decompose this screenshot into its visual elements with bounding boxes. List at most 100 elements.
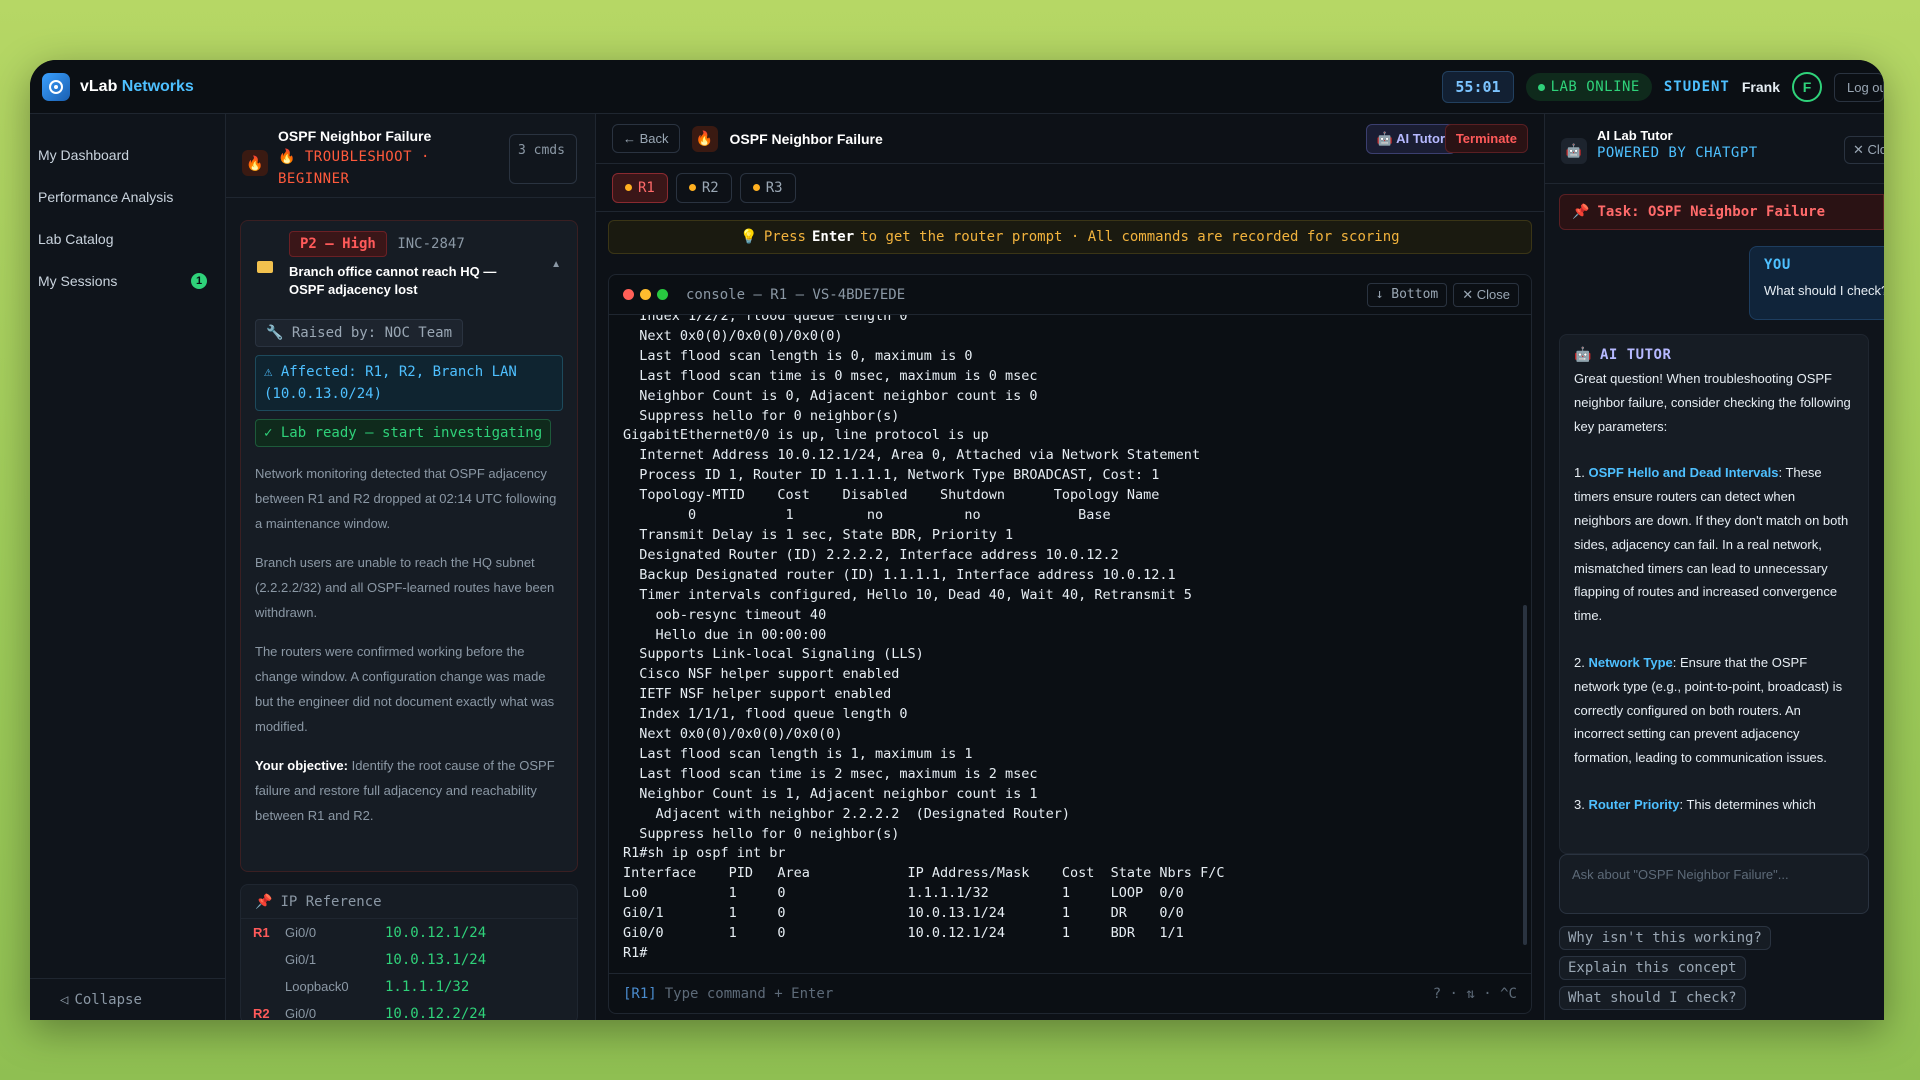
scenario-panel: 🔥 OSPF Neighbor Failure 🔥 TROUBLESHOOT ·… xyxy=(226,114,596,1020)
command-prompt: [R1] xyxy=(623,985,657,1002)
tab-r1[interactable]: R1 xyxy=(612,172,668,203)
scenario-paragraph-1: Network monitoring detected that OSPF ad… xyxy=(255,466,557,531)
check-icon: ✓ xyxy=(264,425,281,441)
brand[interactable]: vLab Networks xyxy=(30,72,194,101)
warning-icon: ⚠ xyxy=(264,364,281,380)
arrow-down-icon: ↓ xyxy=(1375,287,1392,302)
logout-button[interactable]: Log out xyxy=(1834,72,1884,102)
ai-response-text: Great question! When troubleshooting OSP… xyxy=(1574,367,1854,817)
ai-intro: Great question! When troubleshooting OSP… xyxy=(1574,371,1851,434)
collapse-button[interactable]: ◁ Collapse xyxy=(30,978,225,1020)
ai-response: 🤖 AI TUTOR Great question! When troublesh… xyxy=(1559,334,1869,854)
router-console: console — R1 — VS-4BDE7EDE ↓ Bottom ✕ Cl… xyxy=(608,274,1532,1014)
console-scrollbar[interactable] xyxy=(1523,605,1527,945)
ticket-icon xyxy=(257,261,273,273)
scenario-objective: Your objective: Identify the root cause … xyxy=(255,758,555,823)
tutor-subtitle: POWERED BY CHATGPT xyxy=(1597,145,1758,161)
wrench-icon: 🔧 xyxy=(266,325,292,341)
router-tabs: R1 R2 R3 xyxy=(596,164,1544,212)
affected-tag: ⚠ Affected: R1, R2, Branch LAN (10.0.13.… xyxy=(255,355,563,411)
close-console-button[interactable]: ✕ Close xyxy=(1453,283,1519,307)
tab-r3[interactable]: R3 xyxy=(739,172,796,203)
robot-icon: 🤖 xyxy=(1561,138,1587,164)
sidebar-item-dashboard[interactable]: My Dashboard xyxy=(30,134,225,176)
hint-banner: 💡 Press Enter to get the router prompt · A… xyxy=(608,220,1532,254)
tab-r2[interactable]: R2 xyxy=(675,172,732,203)
back-button[interactable]: ← Back xyxy=(612,124,680,153)
status-dot-icon xyxy=(1537,83,1545,91)
ip-reference-header[interactable]: 📌 IP Reference xyxy=(241,885,577,919)
suggestion-chip[interactable]: What should I check? xyxy=(1559,986,1746,1010)
tutor-header: 🤖 AI Lab Tutor POWERED BY CHATGPT ✕ Clos… xyxy=(1545,114,1884,184)
raised-by-tag: 🔧 Raised by: NOC Team xyxy=(255,319,464,347)
ai-response-label: 🤖 AI TUTOR xyxy=(1574,347,1672,363)
avatar[interactable]: F xyxy=(1792,72,1822,102)
session-timer: 55:01 xyxy=(1442,71,1514,103)
keyboard-shortcuts: ? · ⇅ · ^C xyxy=(1432,985,1517,1002)
tutor-question-input[interactable]: Ask about "OSPF Neighbor Failure"... xyxy=(1559,854,1869,914)
task-banner: 📌 Task: OSPF Neighbor Failure xyxy=(1559,194,1884,230)
ip-row: Loopback0 1.1.1.1/32 xyxy=(285,978,470,995)
lightbulb-icon: 💡 xyxy=(740,229,758,245)
tutor-title: AI Lab Tutor xyxy=(1597,128,1673,143)
sidebar-item-lab-catalog[interactable]: Lab Catalog xyxy=(30,218,225,260)
status-dot-icon xyxy=(752,184,760,191)
scenario-subtitle: 🔥 TROUBLESHOOT · BEGINNER xyxy=(278,149,430,187)
incident-id: INC-2847 xyxy=(397,236,465,252)
ai-point-2: 2. Network Type: Ensure that the OSPF ne… xyxy=(1574,654,1843,766)
pin-icon: 📌 xyxy=(1572,204,1590,220)
incident-header[interactable]: P2 — High INC-2847 Branch office cannot … xyxy=(241,221,577,313)
scroll-bottom-button[interactable]: ↓ Bottom xyxy=(1366,283,1448,307)
suggestion-chip[interactable]: Why isn't this working? xyxy=(1559,926,1771,950)
lab-ready-tag: ✓ Lab ready — start investigating xyxy=(255,419,552,447)
workspace-title: OSPF Neighbor Failure xyxy=(729,130,883,147)
logo-icon xyxy=(42,72,70,101)
brand-name: vLab Networks xyxy=(80,77,194,95)
priority-badge: P2 — High xyxy=(289,231,387,257)
console-output: Index 1/2/2, flood queue length 0 Next 0… xyxy=(609,315,1531,973)
collapse-caret-icon[interactable]: ▲ xyxy=(551,259,561,270)
command-input[interactable]: [R1] Type command + Enter ? · ⇅ · ^C xyxy=(609,973,1531,1013)
user-message-label: YOU xyxy=(1764,257,1791,273)
robot-icon: 🤖 xyxy=(1574,347,1592,363)
app-window: vLab Networks 55:01 LAB ONLINE STUDENT F… xyxy=(30,60,1884,1020)
console-title: console — R1 — VS-4BDE7EDE xyxy=(686,286,906,303)
close-tutor-button[interactable]: ✕ Close xyxy=(1844,136,1884,164)
chevron-left-icon: ◁ xyxy=(60,991,69,1008)
sidebar-item-sessions[interactable]: My Sessions 1 xyxy=(30,260,225,302)
lab-workspace: ← Back 🔥 OSPF Neighbor Failure 🤖 AI Tuto… xyxy=(596,114,1544,1020)
terminate-button[interactable]: Terminate xyxy=(1444,124,1528,153)
ip-row: R1 Gi0/0 10.0.12.1/24 xyxy=(253,924,487,941)
sidebar-nav: My Dashboard Performance Analysis Lab Ca… xyxy=(30,114,226,1020)
ai-point-3: 3. Router Priority: This determines whic… xyxy=(1574,796,1816,812)
lab-status-badge: LAB ONLINE xyxy=(1525,73,1652,101)
scenario-paragraph-2: Branch users are unable to reach the HQ … xyxy=(255,555,555,620)
pin-icon: 📌 xyxy=(255,893,273,910)
robot-icon: 🤖 xyxy=(1376,131,1397,146)
status-dot-icon xyxy=(688,184,696,191)
close-icon: ✕ xyxy=(1853,142,1868,157)
sidebar-item-performance[interactable]: Performance Analysis xyxy=(30,176,225,218)
ai-tutor-button[interactable]: 🤖 AI Tutor xyxy=(1365,124,1456,154)
arrow-left-icon: ← xyxy=(623,131,640,146)
maximize-dot-icon xyxy=(657,289,668,300)
minimize-dot-icon xyxy=(640,289,651,300)
incident-card: P2 — High INC-2847 Branch office cannot … xyxy=(240,220,578,872)
scenario-header: 🔥 OSPF Neighbor Failure 🔥 TROUBLESHOOT ·… xyxy=(226,114,595,198)
status-dot-icon xyxy=(625,184,632,191)
command-placeholder: Type command + Enter xyxy=(664,985,834,1002)
flame-icon: 🔥 xyxy=(691,125,718,152)
workspace-header: ← Back 🔥 OSPF Neighbor Failure 🤖 AI Tuto… xyxy=(596,114,1544,164)
flame-small-icon: 🔥 xyxy=(278,149,305,165)
console-header: console — R1 — VS-4BDE7EDE ↓ Bottom ✕ Cl… xyxy=(609,275,1531,315)
suggestion-chip[interactable]: Explain this concept xyxy=(1559,956,1746,980)
ip-reference-card: 📌 IP Reference R1 Gi0/0 10.0.12.1/24 Gi0/1 1… xyxy=(240,884,578,1020)
close-icon: ✕ xyxy=(1462,287,1477,302)
command-count: 3 cmds xyxy=(509,134,577,184)
top-bar: vLab Networks 55:01 LAB ONLINE STUDENT F… xyxy=(30,60,1884,114)
sessions-count-badge: 1 xyxy=(191,273,207,289)
user-message: YOU What should I check? xyxy=(1749,246,1884,320)
console-text: Index 1/2/2, flood queue length 0 Next 0… xyxy=(623,315,1225,961)
user-name: Frank xyxy=(1741,79,1780,95)
ai-point-1: 1. OSPF Hello and Dead Intervals: These … xyxy=(1574,465,1849,624)
